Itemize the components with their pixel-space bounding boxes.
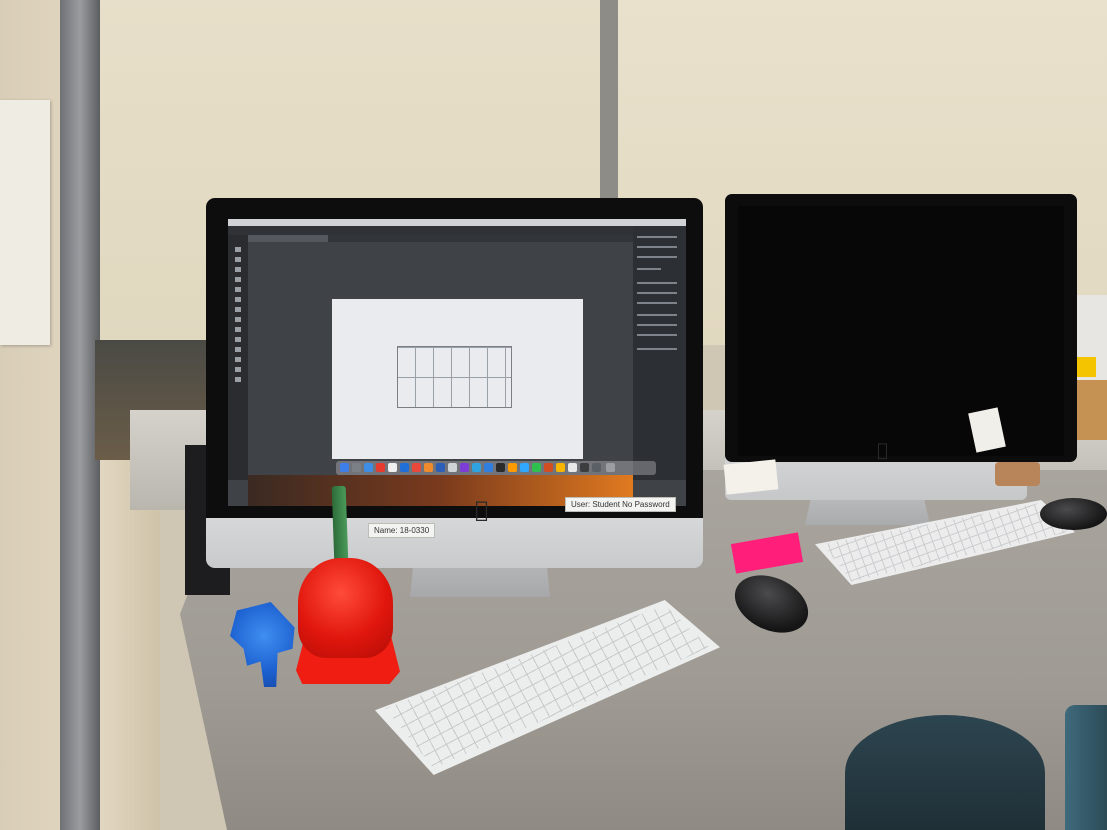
panel-row[interactable] bbox=[637, 282, 677, 284]
rotate-tool-icon[interactable] bbox=[235, 327, 241, 332]
panel-row[interactable] bbox=[637, 324, 677, 326]
app-icon[interactable] bbox=[424, 463, 433, 472]
app-icon[interactable] bbox=[448, 463, 457, 472]
window-titlebar bbox=[228, 226, 633, 235]
imac-right-screen-off[interactable] bbox=[738, 206, 1064, 456]
opera-icon[interactable] bbox=[412, 463, 421, 472]
app-icon[interactable] bbox=[400, 463, 409, 472]
app-icon[interactable] bbox=[544, 463, 553, 472]
panel-row[interactable] bbox=[637, 292, 677, 294]
mac-dock[interactable] bbox=[336, 461, 656, 475]
app-icon[interactable] bbox=[568, 463, 577, 472]
panel-button[interactable] bbox=[637, 268, 661, 270]
posted-paper bbox=[0, 100, 50, 345]
panel-row[interactable] bbox=[637, 236, 677, 238]
properties-panel[interactable] bbox=[633, 226, 686, 480]
imac-left-screen[interactable] bbox=[228, 219, 686, 506]
window-frame bbox=[60, 0, 100, 830]
panel-row[interactable] bbox=[637, 302, 677, 304]
wood-coaster bbox=[995, 462, 1040, 486]
panel-row[interactable] bbox=[637, 256, 677, 258]
direct-select-tool-icon[interactable] bbox=[235, 257, 241, 262]
app-icon[interactable] bbox=[460, 463, 469, 472]
app-icon[interactable] bbox=[556, 463, 565, 472]
tools-panel[interactable] bbox=[228, 235, 248, 480]
safari-icon[interactable] bbox=[364, 463, 373, 472]
blind-rail bbox=[600, 0, 618, 200]
line-tool-icon[interactable] bbox=[235, 287, 241, 292]
box-pattern-artwork[interactable] bbox=[397, 346, 512, 408]
document-tab[interactable] bbox=[238, 235, 328, 242]
illustrator-icon[interactable] bbox=[508, 463, 517, 472]
stool-seat bbox=[845, 715, 1045, 830]
app-icon[interactable] bbox=[592, 463, 601, 472]
app-icon[interactable] bbox=[484, 463, 493, 472]
shape-builder-tool-icon[interactable] bbox=[235, 347, 241, 352]
app-icon[interactable] bbox=[436, 463, 445, 472]
eraser-tool-icon[interactable] bbox=[235, 317, 241, 322]
zoom-tool-icon[interactable] bbox=[235, 377, 241, 382]
document-tabbar bbox=[238, 235, 633, 242]
chrome-icon[interactable] bbox=[376, 463, 385, 472]
sticky-note-small bbox=[723, 459, 779, 495]
green-pen bbox=[331, 485, 349, 565]
artboard[interactable] bbox=[332, 299, 583, 459]
mouse-right[interactable] bbox=[1040, 498, 1107, 530]
photoshop-icon[interactable] bbox=[520, 463, 529, 472]
hand-tool-icon[interactable] bbox=[235, 367, 241, 372]
mail-icon[interactable] bbox=[388, 463, 397, 472]
launchpad-icon[interactable] bbox=[352, 463, 361, 472]
type-tool-icon[interactable] bbox=[235, 277, 241, 282]
pen-tool-icon[interactable] bbox=[235, 267, 241, 272]
app-icon[interactable] bbox=[496, 463, 505, 472]
warning-label bbox=[1076, 357, 1096, 377]
scale-tool-icon[interactable] bbox=[235, 337, 241, 342]
app-icon[interactable] bbox=[532, 463, 541, 472]
selection-tool-icon[interactable] bbox=[235, 247, 241, 252]
panel-row[interactable] bbox=[637, 246, 677, 248]
apple-logo-icon:  bbox=[475, 498, 488, 523]
finder-icon[interactable] bbox=[340, 463, 349, 472]
eyedropper-tool-icon[interactable] bbox=[235, 357, 241, 362]
red-3d-printed-bust bbox=[298, 558, 393, 658]
mac-menubar[interactable] bbox=[228, 219, 686, 226]
brush-tool-icon[interactable] bbox=[235, 307, 241, 312]
panel-row[interactable] bbox=[637, 348, 677, 350]
app-icon[interactable] bbox=[472, 463, 481, 472]
panel-row[interactable] bbox=[637, 334, 677, 336]
rectangle-tool-icon[interactable] bbox=[235, 297, 241, 302]
name-tag: Name: 18-0330 bbox=[368, 523, 436, 538]
trash-icon[interactable] bbox=[606, 463, 615, 472]
login-tag: User: Student No Password bbox=[565, 497, 676, 512]
panel-row[interactable] bbox=[637, 314, 677, 316]
apple-logo-icon:  bbox=[877, 440, 888, 461]
chair-back bbox=[1065, 705, 1107, 830]
app-icon[interactable] bbox=[580, 463, 589, 472]
